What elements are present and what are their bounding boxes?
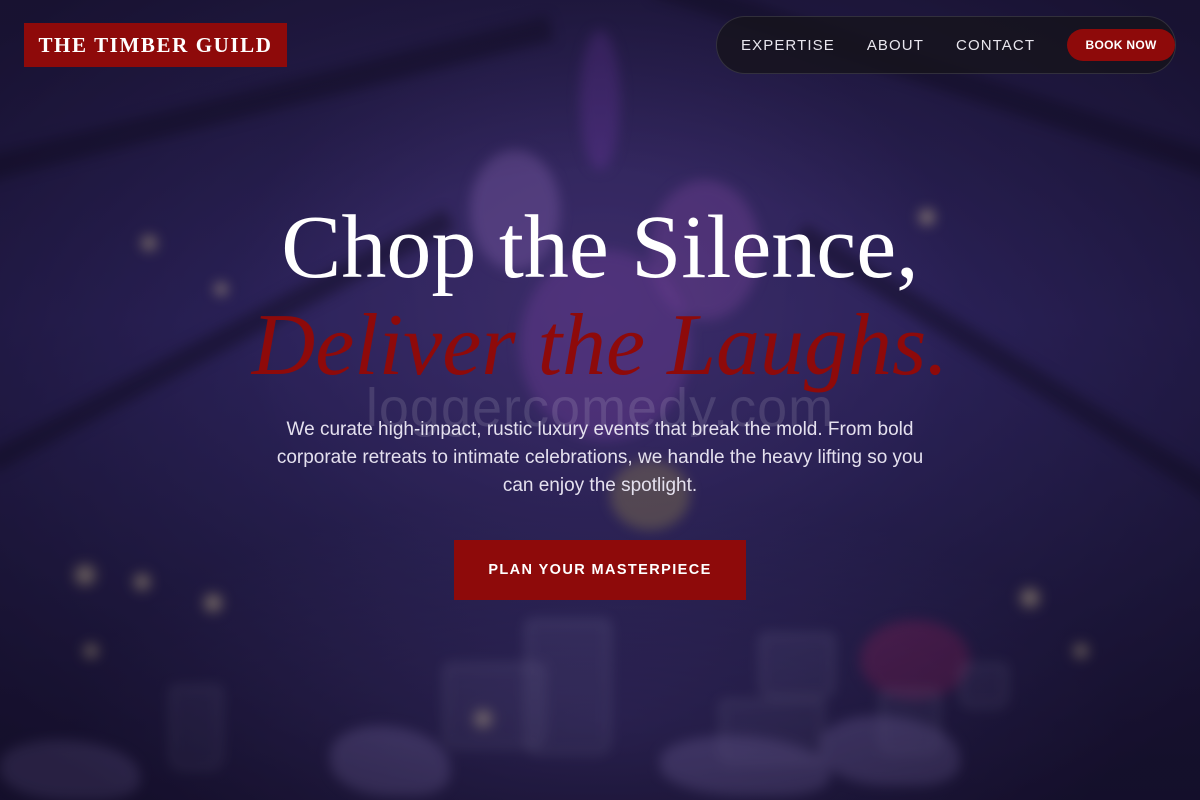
nav-link-contact[interactable]: CONTACT: [956, 37, 1035, 54]
plan-masterpiece-label: PLAN YOUR MASTERPIECE: [488, 562, 712, 578]
plan-masterpiece-button[interactable]: PLAN YOUR MASTERPIECE: [454, 540, 746, 600]
nav-link-expertise[interactable]: EXPERTISE: [741, 37, 835, 54]
brand-name: THE TIMBER GUILD: [38, 32, 273, 57]
hero-headline-line-1: Chop the Silence,: [281, 198, 919, 297]
main-navigation: EXPERTISE ABOUT CONTACT BOOK NOW: [716, 16, 1176, 74]
nav-link-about[interactable]: ABOUT: [867, 37, 924, 54]
book-now-label: BOOK NOW: [1085, 38, 1157, 52]
hero-description: We curate high-impact, rustic luxury eve…: [276, 419, 924, 496]
book-now-button[interactable]: BOOK NOW: [1067, 29, 1175, 61]
brand-logo[interactable]: THE TIMBER GUILD: [24, 23, 287, 67]
